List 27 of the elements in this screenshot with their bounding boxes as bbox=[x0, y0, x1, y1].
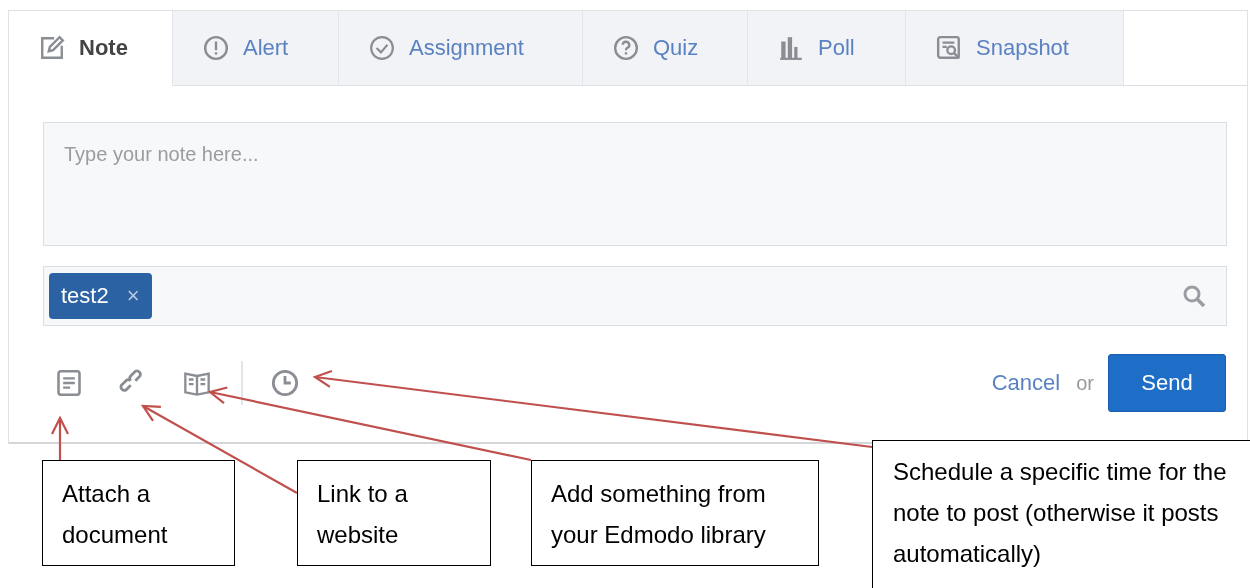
send-button[interactable]: Send bbox=[1108, 354, 1226, 412]
cancel-link[interactable]: Cancel bbox=[991, 370, 1061, 396]
bar-chart-icon bbox=[778, 35, 804, 61]
document-icon[interactable] bbox=[55, 369, 83, 397]
remove-tag-button[interactable]: × bbox=[126, 283, 140, 309]
post-type-tab[interactable]: Quiz bbox=[583, 11, 748, 86]
post-type-tab[interactable]: Poll bbox=[748, 11, 906, 86]
callout-box: Link to a website bbox=[297, 460, 491, 566]
post-type-tab[interactable]: Assignment bbox=[339, 11, 583, 86]
question-circle-icon bbox=[613, 35, 639, 61]
check-circle-icon bbox=[369, 35, 395, 61]
callout-box: Schedule a specific time for the note to post (otherwise it posts automatically) bbox=[872, 440, 1250, 588]
magnifier-document-icon bbox=[936, 35, 962, 61]
recipients-field[interactable]: test2 × bbox=[43, 266, 1227, 326]
or-text: or bbox=[1076, 371, 1094, 395]
clock-icon[interactable] bbox=[271, 369, 299, 397]
post-type-tab[interactable]: Snapshot bbox=[906, 11, 1124, 86]
callout-box: Attach a document bbox=[42, 460, 235, 566]
post-type-tab[interactable]: Alert bbox=[173, 11, 339, 86]
callout-box: Add something from your Edmodo library bbox=[531, 460, 819, 566]
book-icon[interactable] bbox=[183, 369, 211, 397]
exclamation-circle-icon bbox=[203, 35, 229, 61]
pencil-square-icon bbox=[39, 35, 65, 61]
recipient-name: test2 bbox=[61, 283, 109, 309]
leader-arrow bbox=[51, 415, 69, 460]
note-input-field[interactable]: Type your note here... bbox=[43, 122, 1227, 246]
search-icon bbox=[1182, 284, 1206, 308]
